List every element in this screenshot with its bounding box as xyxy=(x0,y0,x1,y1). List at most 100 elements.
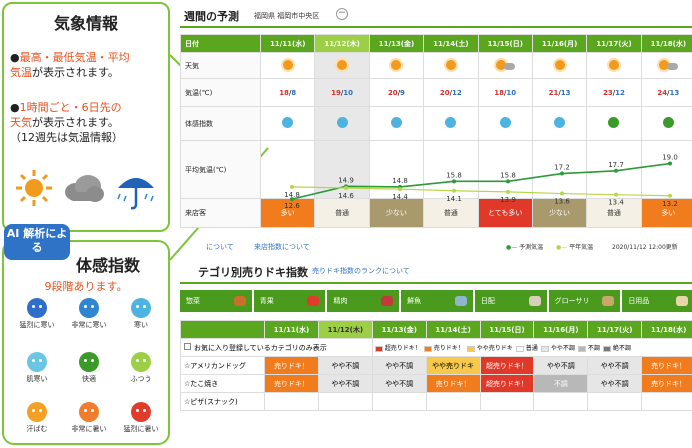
comfort-index-callout: 体感指数 9段階あります。 猛烈に寒い 非常に寒い 寒い 肌寒い 快適 ふつう 汗ばむ 非常に… xyxy=(2,240,170,445)
ranking-favorite-row: お気に入り登録しているカテゴリのみ表示 超売りドキ！ 売りドキ！ やや売りドキ 普通 やや… xyxy=(180,338,692,357)
legend-swatch xyxy=(515,345,524,352)
favorite-label: お気に入り登録しているカテゴリのみ表示 xyxy=(194,343,327,352)
ranking-cell: やや不調 xyxy=(317,356,373,375)
ranking-underline xyxy=(180,282,692,284)
legend-label: 不調 xyxy=(587,345,600,352)
data-label: 19.0 xyxy=(662,154,678,162)
ranking-cell: やや不調 xyxy=(533,356,589,375)
ranking-cell xyxy=(317,392,373,411)
legend-item: 絶不調 xyxy=(602,345,631,352)
data-label: 13.4 xyxy=(608,199,624,207)
data-label: 17.2 xyxy=(554,164,570,172)
ranking-cell: 超売りドキ！ xyxy=(479,374,535,393)
ranking-header-row: 11/11(水) 11/12(木) 11/13(金) 11/14(土) 11/15(日)… xyxy=(180,320,692,339)
data-label: 15.8 xyxy=(500,171,516,179)
category-tab[interactable]: 日配 xyxy=(474,290,547,312)
rank-date-cell: 11/16(月) xyxy=(533,320,589,339)
comfort-level-5: ふつう xyxy=(116,352,166,384)
legend-label: 売りドキ！ xyxy=(433,345,464,352)
about-link[interactable]: について xyxy=(206,242,234,252)
data-label: 14.6 xyxy=(338,192,354,200)
face-icon xyxy=(79,352,99,372)
ranking-row[interactable]: ☆たこ焼き 売りドキ！ やや不調 やや不調 売りドキ！ 超売りドキ！ 不調 やや不調 売りドキ！ xyxy=(180,374,692,393)
rank-info-link[interactable]: 売りドキ指数のランクについて xyxy=(312,266,410,276)
ranking-cell: 売りドキ！ xyxy=(641,356,692,375)
legend-item: やや売りドキ xyxy=(466,345,513,352)
legend-item: やや不調 xyxy=(540,345,575,352)
comfort-level-label: 肌寒い xyxy=(26,375,48,383)
ranking-cell xyxy=(479,392,535,411)
category-tab[interactable]: グローサリ xyxy=(548,290,621,312)
data-point xyxy=(506,189,510,194)
ranking-cell: やや不調 xyxy=(371,356,427,375)
favorite-checkbox[interactable] xyxy=(184,342,191,350)
ranking-cell xyxy=(425,392,481,411)
comfort-level-label: 猛烈に寒い xyxy=(19,321,55,329)
data-point xyxy=(398,187,402,192)
ranking-cell: やや不調 xyxy=(371,374,427,393)
face-icon xyxy=(27,298,47,318)
comfort-level-label: 非常に暑い xyxy=(71,425,107,433)
legend-item: 超売りドキ！ xyxy=(374,345,421,352)
rank-date-cell: 11/18(水) xyxy=(641,320,692,339)
face-icon xyxy=(131,298,151,318)
face-icon xyxy=(131,352,151,372)
ranking-cell xyxy=(587,392,643,411)
comfort-level-6: 汗ばむ xyxy=(12,402,62,434)
data-point xyxy=(668,193,672,198)
legend-swatch xyxy=(423,345,432,352)
face-icon xyxy=(79,402,99,422)
forecast-panel: 週間の予測 福岡県 福岡市中央区 − 日付 11/11(水) 11/12(木) 11/… xyxy=(176,2,692,448)
visitor-index-link[interactable]: 来店指数について xyxy=(254,242,310,252)
updated-time: 2020/11/12 12:00更新 xyxy=(612,244,678,251)
face-icon xyxy=(27,352,47,372)
data-point xyxy=(452,179,456,184)
category-tab[interactable]: 精肉 xyxy=(327,290,400,312)
comfort-level-label: 汗ばむ xyxy=(26,425,48,433)
ranking-cell: やや売りドキ xyxy=(425,356,481,375)
ranking-cell: 不調 xyxy=(533,374,589,393)
legend-predicted: ●— 予測気温 xyxy=(506,244,544,251)
ranking-cell: 超売りドキ！ xyxy=(479,356,535,375)
category-tab[interactable]: 惣菜 xyxy=(180,290,252,312)
legend-item: 不調 xyxy=(577,345,600,352)
category-tab[interactable]: 鮮魚 xyxy=(401,290,473,312)
data-label: 17.7 xyxy=(608,161,624,169)
comfort-level-7: 非常に暑い xyxy=(64,402,114,434)
legend-label: やや不調 xyxy=(550,345,575,352)
rank-date-cell: 11/15(日) xyxy=(479,320,535,339)
ranking-row[interactable]: ☆アメリカンドッグ 売りドキ！ やや不調 やや不調 やや売りドキ 超売りドキ！ やや不調 やや… xyxy=(180,356,692,375)
data-label: 14.4 xyxy=(392,193,408,201)
ranking-cell: 売りドキ！ xyxy=(641,374,692,393)
item-name: アメリカンドッグ xyxy=(190,361,246,370)
comfort-level-label: 非常に寒い xyxy=(71,321,107,329)
ranking-title: テゴリ別売りドキ指数 xyxy=(198,266,308,279)
ranking-cell: やや不調 xyxy=(317,374,373,393)
category-icon xyxy=(602,296,615,306)
ranking-cell: やや不調 xyxy=(587,356,643,375)
category-label: 惣菜 xyxy=(186,297,200,305)
category-icon xyxy=(528,296,541,306)
comfort-level-0: 猛烈に寒い xyxy=(12,298,62,330)
ranking-cell: 売りドキ！ xyxy=(264,356,319,375)
data-label: 14.8 xyxy=(284,191,300,199)
legend-label: 普通 xyxy=(525,345,538,352)
comfort-level-4: 快適 xyxy=(64,352,114,384)
ranking-cell: 売りドキ！ xyxy=(425,374,481,393)
comfort-index-title: 体感指数 xyxy=(76,256,141,275)
data-point xyxy=(452,188,456,193)
category-tab[interactable]: 日用品 xyxy=(622,290,692,312)
ranking-cell xyxy=(264,392,319,411)
category-tabs: 惣菜 青果 精肉 鮮魚 日配 グローサリ 日用品 xyxy=(180,290,692,312)
comfort-level-label: 快適 xyxy=(82,375,96,383)
category-tab[interactable]: 青果 xyxy=(253,290,326,312)
ranking-row[interactable]: ☆ピザ(スナック) xyxy=(180,392,692,411)
legend-item: 売りドキ！ xyxy=(423,345,464,352)
data-point xyxy=(668,161,672,166)
rank-date-cell: 11/12(木) xyxy=(317,320,373,339)
data-label: 14.9 xyxy=(338,176,354,184)
ranking-cell xyxy=(533,392,589,411)
ranking-cell xyxy=(641,392,692,411)
data-point xyxy=(506,179,510,184)
app: 気象情報 ●最高・最低気温・平均 気温が表示されます。 ●1時間ごと・6日先の 天気… xyxy=(0,0,692,448)
